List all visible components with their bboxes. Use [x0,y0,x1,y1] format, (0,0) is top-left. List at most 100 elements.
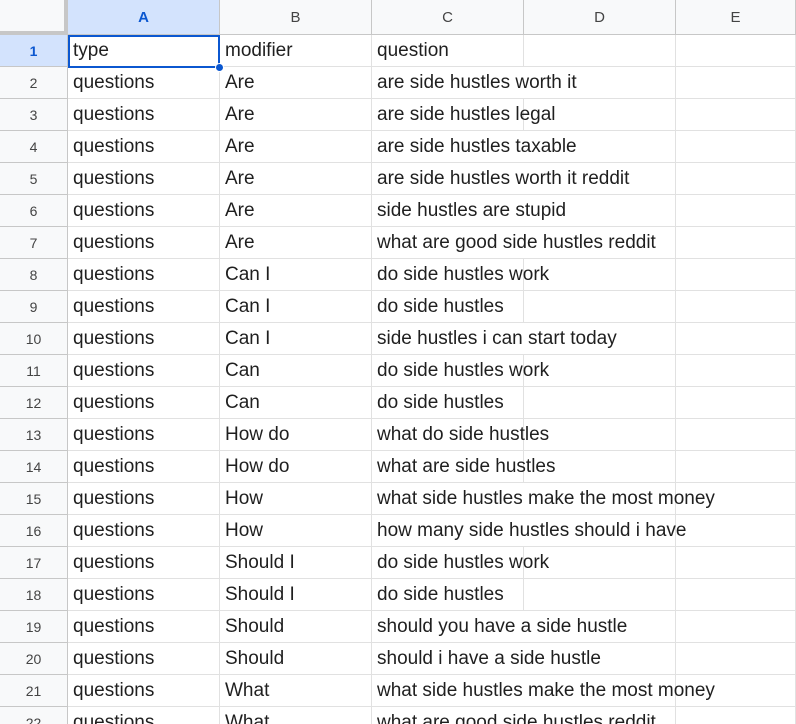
cell-modifier[interactable]: Can I [220,259,372,291]
cell-question[interactable]: what side hustles make the most money [372,675,715,707]
cell-type[interactable]: questions [68,355,220,387]
cell-empty[interactable] [676,67,796,99]
cell-type[interactable]: questions [68,67,220,99]
row-header[interactable]: 15 [0,483,68,515]
cell-type[interactable]: questions [68,579,220,611]
cell-question[interactable]: do side hustles work [372,547,549,579]
cell-empty[interactable] [676,643,796,675]
cell-question[interactable]: do side hustles [372,387,524,419]
row-header[interactable]: 13 [0,419,68,451]
cell-type[interactable]: questions [68,515,220,547]
cell-question[interactable]: are side hustles worth it reddit [372,163,629,195]
cell-empty[interactable] [676,35,796,67]
row-header[interactable]: 2 [0,67,68,99]
row-header[interactable]: 6 [0,195,68,227]
cell-modifier[interactable]: What [220,675,372,707]
cell-type[interactable]: questions [68,675,220,707]
cell-modifier[interactable]: Are [220,227,372,259]
cell-modifier[interactable]: How [220,483,372,515]
cell-question[interactable]: do side hustles [372,579,524,611]
cell-empty[interactable] [676,387,796,419]
cell-question[interactable]: are side hustles worth it [372,67,577,99]
cell-empty[interactable] [524,291,676,323]
cell-question[interactable]: what side hustles make the most money [372,483,715,515]
row-header[interactable]: 19 [0,611,68,643]
cell-empty[interactable] [676,323,796,355]
row-header[interactable]: 21 [0,675,68,707]
cell-type[interactable]: questions [68,387,220,419]
cell-modifier[interactable]: Should I [220,547,372,579]
cell-empty[interactable] [676,547,796,579]
cell-question[interactable]: what are side hustles [372,451,556,483]
row-header[interactable]: 11 [0,355,68,387]
cell-modifier[interactable]: Are [220,131,372,163]
row-header[interactable]: 22 [0,707,68,724]
cell-empty[interactable] [676,291,796,323]
cell-type[interactable]: questions [68,483,220,515]
cell-empty[interactable] [676,579,796,611]
cell-type[interactable]: questions [68,259,220,291]
cell-modifier[interactable]: Should I [220,579,372,611]
cell-modifier[interactable]: Are [220,99,372,131]
cell-question[interactable]: are side hustles taxable [372,131,577,163]
cell-modifier[interactable]: What [220,707,372,724]
cell-type[interactable]: questions [68,611,220,643]
cell-empty[interactable] [676,259,796,291]
row-header[interactable]: 20 [0,643,68,675]
cell-modifier[interactable]: Are [220,67,372,99]
cell-modifier[interactable]: Can I [220,323,372,355]
cell-type[interactable]: questions [68,131,220,163]
cell-empty[interactable] [676,611,796,643]
cell-type[interactable]: questions [68,547,220,579]
cell-empty[interactable] [676,131,796,163]
cell-empty[interactable] [676,355,796,387]
cell-type[interactable]: questions [68,227,220,259]
cell-type[interactable]: questions [68,99,220,131]
row-header[interactable]: 18 [0,579,68,611]
cell-empty[interactable] [676,195,796,227]
cell-modifier[interactable]: How [220,515,372,547]
cell-empty[interactable] [676,515,796,547]
cell-empty[interactable] [676,419,796,451]
cell-question[interactable]: side hustles are stupid [372,195,566,227]
row-header[interactable]: 5 [0,163,68,195]
cell-modifier[interactable]: Can [220,355,372,387]
cell-question[interactable]: do side hustles work [372,259,549,291]
cell-modifier[interactable]: Are [220,195,372,227]
cell-question[interactable]: question [372,35,524,67]
cell-modifier[interactable]: Should [220,611,372,643]
column-header-d[interactable]: D [524,0,676,35]
row-header[interactable]: 16 [0,515,68,547]
cell-question[interactable]: do side hustles [372,291,524,323]
row-header[interactable]: 12 [0,387,68,419]
cell-empty[interactable] [676,99,796,131]
row-header[interactable]: 7 [0,227,68,259]
cell-question[interactable]: do side hustles work [372,355,549,387]
cell-question[interactable]: what do side hustles [372,419,549,451]
column-header-a[interactable]: A [68,0,220,35]
cell-type[interactable]: questions [68,291,220,323]
cell-question[interactable]: are side hustles legal [372,99,556,131]
row-header[interactable]: 1 [0,35,68,67]
fill-handle[interactable] [215,63,224,72]
cell-type[interactable]: questions [68,643,220,675]
row-header[interactable]: 10 [0,323,68,355]
row-header[interactable]: 9 [0,291,68,323]
cell-type[interactable]: questions [68,419,220,451]
cell-empty[interactable] [524,579,676,611]
cell-type[interactable]: questions [68,163,220,195]
cell-empty[interactable] [676,227,796,259]
cell-question[interactable]: what are good side hustles reddit [372,707,656,724]
cell-modifier[interactable]: Should [220,643,372,675]
column-header-e[interactable]: E [676,0,796,35]
row-header[interactable]: 3 [0,99,68,131]
select-all-corner[interactable] [0,0,68,35]
cell-question[interactable]: what are good side hustles reddit [372,227,656,259]
row-header[interactable]: 8 [0,259,68,291]
cell-empty[interactable] [524,35,676,67]
column-header-b[interactable]: B [220,0,372,35]
column-header-c[interactable]: C [372,0,524,35]
row-header[interactable]: 4 [0,131,68,163]
row-header[interactable]: 14 [0,451,68,483]
cell-modifier[interactable]: How do [220,419,372,451]
